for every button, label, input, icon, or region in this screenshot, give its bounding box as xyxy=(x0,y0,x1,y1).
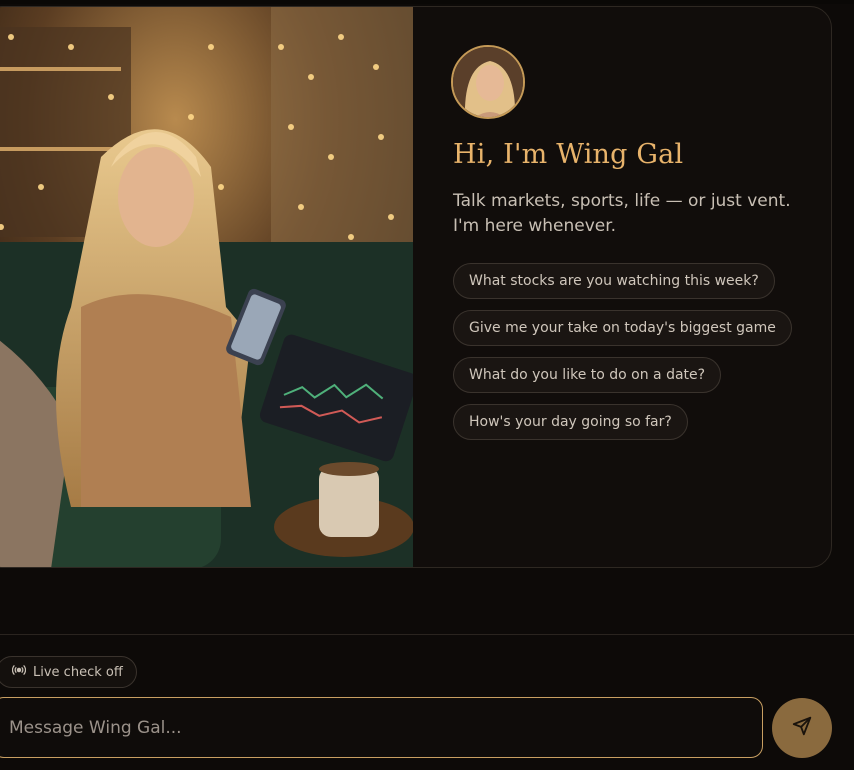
welcome-card: Hi, I'm Wing Gal Talk markets, sports, l… xyxy=(0,6,832,568)
chat-screen: Hi, I'm Wing Gal Talk markets, sports, l… xyxy=(0,0,854,770)
send-button[interactable] xyxy=(772,698,832,758)
message-composer xyxy=(0,697,763,758)
suggestion-chip[interactable]: What do you like to do on a date? xyxy=(453,357,722,393)
welcome-panel: Hi, I'm Wing Gal Talk markets, sports, l… xyxy=(413,7,831,567)
greeting-title: Hi, I'm Wing Gal xyxy=(453,139,684,170)
message-input[interactable] xyxy=(0,698,762,757)
send-icon xyxy=(791,715,813,741)
avatar xyxy=(451,45,525,119)
live-check-toggle[interactable]: Live check off xyxy=(0,656,137,688)
suggestion-chip[interactable]: Give me your take on today's biggest gam… xyxy=(453,310,792,346)
intro-text: Talk markets, sports, life — or just ven… xyxy=(453,191,791,236)
suggestion-chip[interactable]: How's your day going so far? xyxy=(453,404,688,440)
live-check-label: Live check off xyxy=(33,664,123,680)
composer-divider xyxy=(0,634,854,635)
suggestion-chip[interactable]: What stocks are you watching this week? xyxy=(453,263,775,299)
suggestion-list: What stocks are you watching this week? … xyxy=(453,263,792,451)
top-edge xyxy=(0,0,854,4)
broadcast-icon xyxy=(11,663,27,681)
hero-photo xyxy=(0,7,413,567)
